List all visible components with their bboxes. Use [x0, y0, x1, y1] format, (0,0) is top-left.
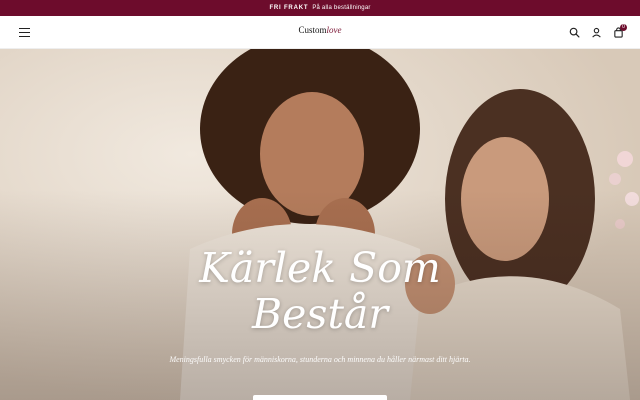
hero-banner: Kärlek Som Består Meningsfulla smycken f…: [0, 49, 640, 400]
site-logo[interactable]: Customlove: [0, 25, 640, 35]
hero-title: Kärlek Som Består: [120, 245, 520, 337]
cart-count-badge: 0: [620, 24, 627, 31]
hero-overlay: [0, 49, 640, 400]
announcement-highlight: FRI FRAKT: [269, 5, 309, 11]
site-header: Customlove 0: [0, 16, 640, 49]
hero-cta-button[interactable]: [253, 395, 387, 400]
announcement-bar: FRI FRAKT På alla beställningar: [0, 0, 640, 16]
logo-text-accent: love: [326, 25, 342, 35]
hero-title-line1: Kärlek Som: [199, 244, 441, 292]
logo-text: Custom: [298, 25, 327, 35]
hero-title-line2: Består: [252, 290, 388, 338]
hero-subtitle: Meningsfulla smycken för människorna, st…: [169, 355, 471, 364]
search-icon[interactable]: [569, 27, 580, 38]
announcement-text: På alla beställningar: [312, 5, 371, 11]
user-icon[interactable]: [591, 27, 602, 38]
